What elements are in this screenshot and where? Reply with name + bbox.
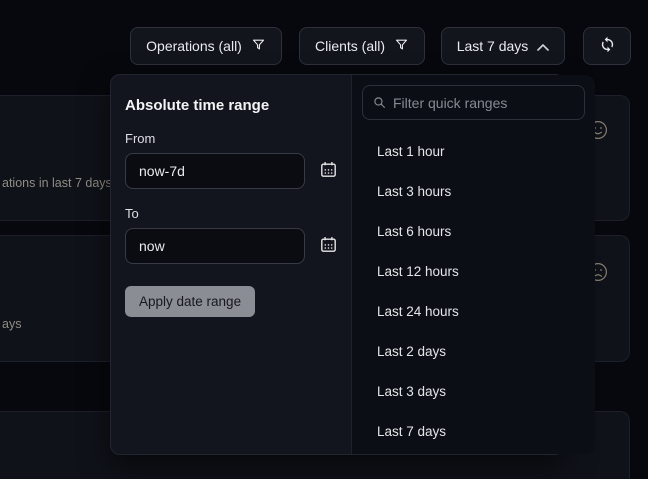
apply-date-range-button[interactable]: Apply date range [125, 286, 255, 317]
quick-range-list: Last 1 hourLast 3 hoursLast 6 hoursLast … [352, 131, 595, 451]
quick-range-option[interactable]: Last 3 hours [352, 171, 595, 211]
from-calendar-button[interactable] [320, 161, 337, 181]
quick-range-filter[interactable] [362, 85, 585, 120]
quick-range-option[interactable]: Last 1 hour [352, 131, 595, 171]
to-label: To [125, 206, 337, 221]
quick-range-option[interactable]: Last 6 hours [352, 211, 595, 251]
quick-range-option[interactable]: Last 12 hours [352, 251, 595, 291]
clients-filter-label: Clients (all) [315, 38, 385, 54]
card-caption: ations in last 7 days [2, 176, 112, 190]
operations-filter-label: Operations (all) [146, 38, 242, 54]
calendar-icon [320, 236, 337, 256]
time-range-label: Last 7 days [457, 38, 529, 54]
screen: ations in last 7 days ays Operations (al… [0, 0, 648, 479]
from-label: From [125, 131, 337, 146]
absolute-time-range-title: Absolute time range [125, 97, 337, 114]
calendar-icon [320, 161, 337, 181]
quick-range-option[interactable]: Last 7 days [352, 411, 595, 451]
quick-range-option[interactable]: Last 3 days [352, 371, 595, 411]
quick-ranges-section: Last 1 hourLast 3 hoursLast 6 hoursLast … [351, 75, 595, 454]
search-icon [373, 96, 386, 109]
refresh-button[interactable] [583, 27, 631, 65]
card-caption: ays [2, 317, 21, 331]
time-range-button[interactable]: Last 7 days [441, 27, 565, 65]
quick-range-option[interactable]: Last 24 hours [352, 291, 595, 331]
from-input[interactable] [125, 153, 305, 189]
filter-icon [394, 37, 409, 55]
refresh-icon [599, 36, 616, 56]
chevron-up-icon [537, 38, 549, 54]
to-input[interactable] [125, 228, 305, 264]
to-calendar-button[interactable] [320, 236, 337, 256]
time-picker-dropdown: Absolute time range From [110, 74, 565, 455]
quick-range-option[interactable]: Last 2 days [352, 331, 595, 371]
operations-filter-button[interactable]: Operations (all) [130, 27, 282, 65]
clients-filter-button[interactable]: Clients (all) [299, 27, 425, 65]
filter-icon [251, 37, 266, 55]
quick-range-filter-input[interactable] [393, 95, 574, 111]
absolute-time-range-section: Absolute time range From [111, 75, 351, 454]
